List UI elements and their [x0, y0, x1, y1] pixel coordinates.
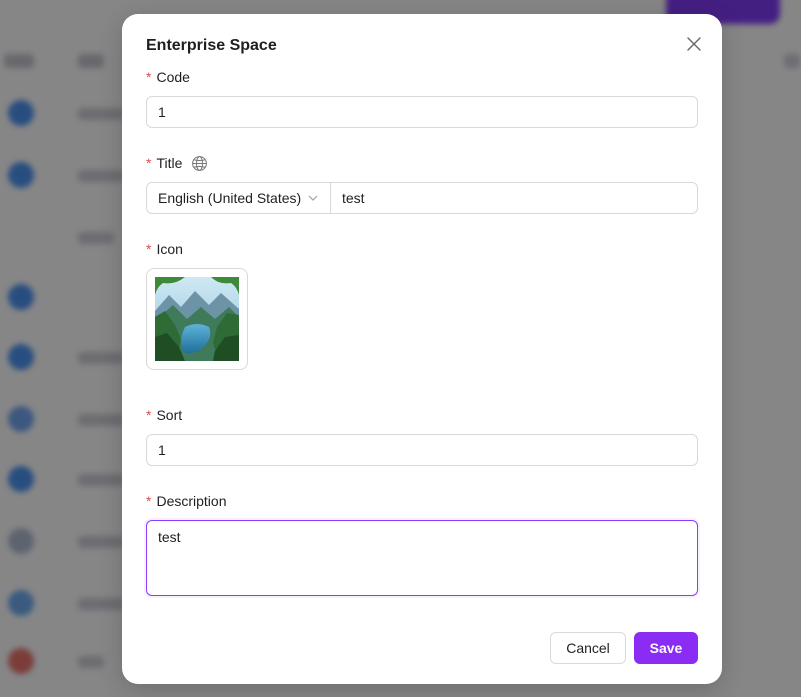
cancel-button[interactable]: Cancel — [550, 632, 626, 664]
icon-label: * Icon — [146, 239, 183, 259]
mountain-lake-image — [155, 277, 239, 361]
required-mark: * — [146, 493, 152, 509]
icon-upload[interactable] — [146, 268, 248, 370]
title-label: * Title — [146, 153, 208, 173]
code-input[interactable] — [146, 96, 698, 128]
icon-label-text: Icon — [156, 241, 183, 257]
required-mark: * — [146, 155, 152, 171]
description-label: * Description — [146, 491, 226, 511]
close-button[interactable] — [682, 32, 706, 56]
modal-title: Enterprise Space — [146, 37, 277, 54]
language-select-value: English (United States) — [158, 190, 302, 206]
title-input[interactable] — [331, 183, 697, 213]
enterprise-space-modal: Enterprise Space * Code * Title English … — [122, 14, 722, 684]
description-label-text: Description — [156, 493, 227, 509]
chevron-down-icon — [308, 195, 318, 201]
sort-label: * Sort — [146, 405, 182, 425]
language-select[interactable]: English (United States) — [147, 183, 331, 213]
title-input-group: English (United States) — [146, 182, 698, 214]
sort-label-text: Sort — [156, 407, 183, 423]
sort-input[interactable] — [146, 434, 698, 466]
required-mark: * — [146, 407, 152, 423]
close-icon — [687, 37, 701, 51]
code-label: * Code — [146, 67, 190, 87]
title-label-text: Title — [156, 155, 183, 171]
required-mark: * — [146, 241, 152, 257]
save-button[interactable]: Save — [634, 632, 698, 664]
description-textarea[interactable]: test — [146, 520, 698, 596]
code-label-text: Code — [156, 69, 190, 85]
required-mark: * — [146, 69, 152, 85]
globe-icon[interactable] — [191, 155, 208, 172]
